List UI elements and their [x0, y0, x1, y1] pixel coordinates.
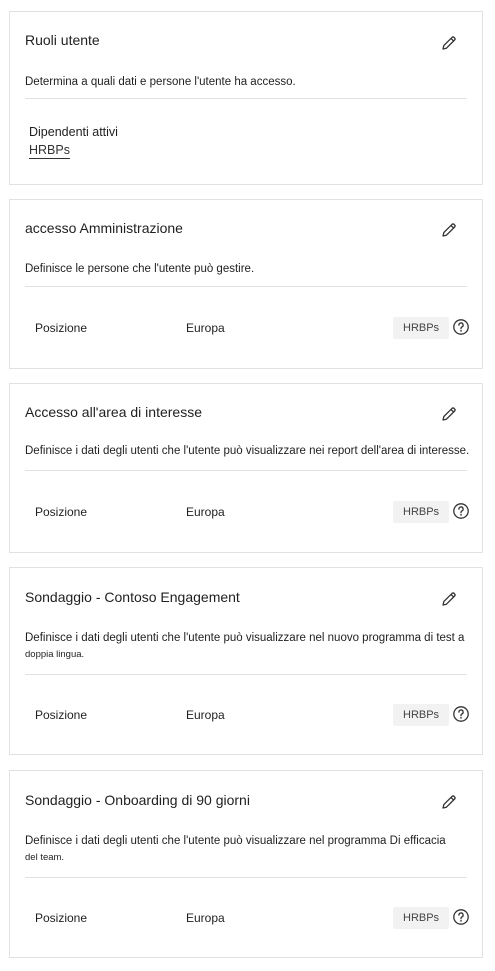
row-value: Europa	[186, 321, 225, 335]
card-description: Definisce le persone che l'utente può ge…	[25, 261, 470, 277]
role-tag: HRBPs	[393, 501, 450, 523]
user-roles-card: Ruoli utente Determina a quali dati e pe…	[9, 11, 483, 185]
card-description: Determina a quali dati e persone l'utent…	[25, 76, 296, 88]
description-text: Definisce i dati degli utenti che l'uten…	[25, 632, 465, 644]
survey-card: Sondaggio - Contoso Engagement Definisce…	[9, 567, 483, 755]
question-circle-icon[interactable]	[452, 502, 470, 520]
divider	[25, 470, 467, 471]
question-circle-icon[interactable]	[452, 908, 470, 926]
description-continuation: doppia lingua.	[25, 649, 85, 660]
dependents-link[interactable]: HRBPs	[29, 143, 70, 159]
card-description: Definisce i dati degli utenti che l'uten…	[25, 833, 470, 866]
edit-button[interactable]	[438, 403, 460, 425]
card-description: Definisce i dati degli utenti che l'uten…	[25, 630, 470, 663]
role-tag: HRBPs	[393, 907, 450, 929]
row-field: Posizione	[35, 911, 88, 925]
access-row: Posizione Europa HRBPs	[10, 317, 482, 341]
description-text: Definisce le persone che l'utente può ge…	[25, 263, 255, 275]
row-value: Europa	[186, 911, 225, 925]
description-text: Definisce i dati degli utenti che l'uten…	[25, 835, 446, 847]
row-field: Posizione	[35, 708, 88, 722]
edit-button[interactable]	[438, 219, 460, 241]
access-row: Posizione Europa HRBPs	[10, 704, 482, 728]
card-title: Ruoli utente	[25, 32, 100, 48]
card-title: Accesso all'area di interesse	[25, 404, 202, 420]
divider	[25, 286, 467, 287]
row-value: Europa	[186, 708, 225, 722]
pencil-icon	[442, 592, 456, 606]
dependents-label: Dipendenti attivi	[29, 125, 118, 139]
row-value: Europa	[186, 505, 225, 519]
card-title: Sondaggio - Contoso Engagement	[25, 589, 240, 605]
pencil-icon	[442, 223, 456, 237]
card-title: Sondaggio - Onboarding di 90 giorni	[25, 792, 250, 808]
question-circle-icon[interactable]	[452, 705, 470, 723]
role-tag: HRBPs	[393, 704, 450, 726]
card-description: Definisce i dati degli utenti che l'uten…	[25, 443, 470, 459]
divider	[25, 877, 467, 878]
description-continuation: del team.	[25, 852, 65, 863]
row-field: Posizione	[35, 321, 88, 335]
edit-button[interactable]	[438, 588, 460, 610]
divider	[25, 98, 467, 99]
access-card: Accesso all'area di interesse Definisce …	[9, 383, 483, 553]
pencil-icon	[442, 407, 456, 421]
question-circle-icon[interactable]	[452, 318, 470, 336]
card-title: accesso Amministrazione	[25, 220, 183, 236]
row-field: Posizione	[35, 505, 88, 519]
pencil-icon	[442, 795, 456, 809]
pencil-icon	[442, 36, 456, 50]
access-row: Posizione Europa HRBPs	[10, 501, 482, 525]
edit-button[interactable]	[438, 791, 460, 813]
edit-button[interactable]	[438, 32, 460, 54]
role-tag: HRBPs	[393, 317, 450, 339]
description-text: Definisce i dati degli utenti che l'uten…	[25, 445, 470, 457]
access-row: Posizione Europa HRBPs	[10, 907, 482, 931]
divider	[25, 674, 467, 675]
survey-card: Sondaggio - Onboarding di 90 giorni Defi…	[9, 770, 483, 958]
access-card: accesso Amministrazione Definisce le per…	[9, 199, 483, 369]
